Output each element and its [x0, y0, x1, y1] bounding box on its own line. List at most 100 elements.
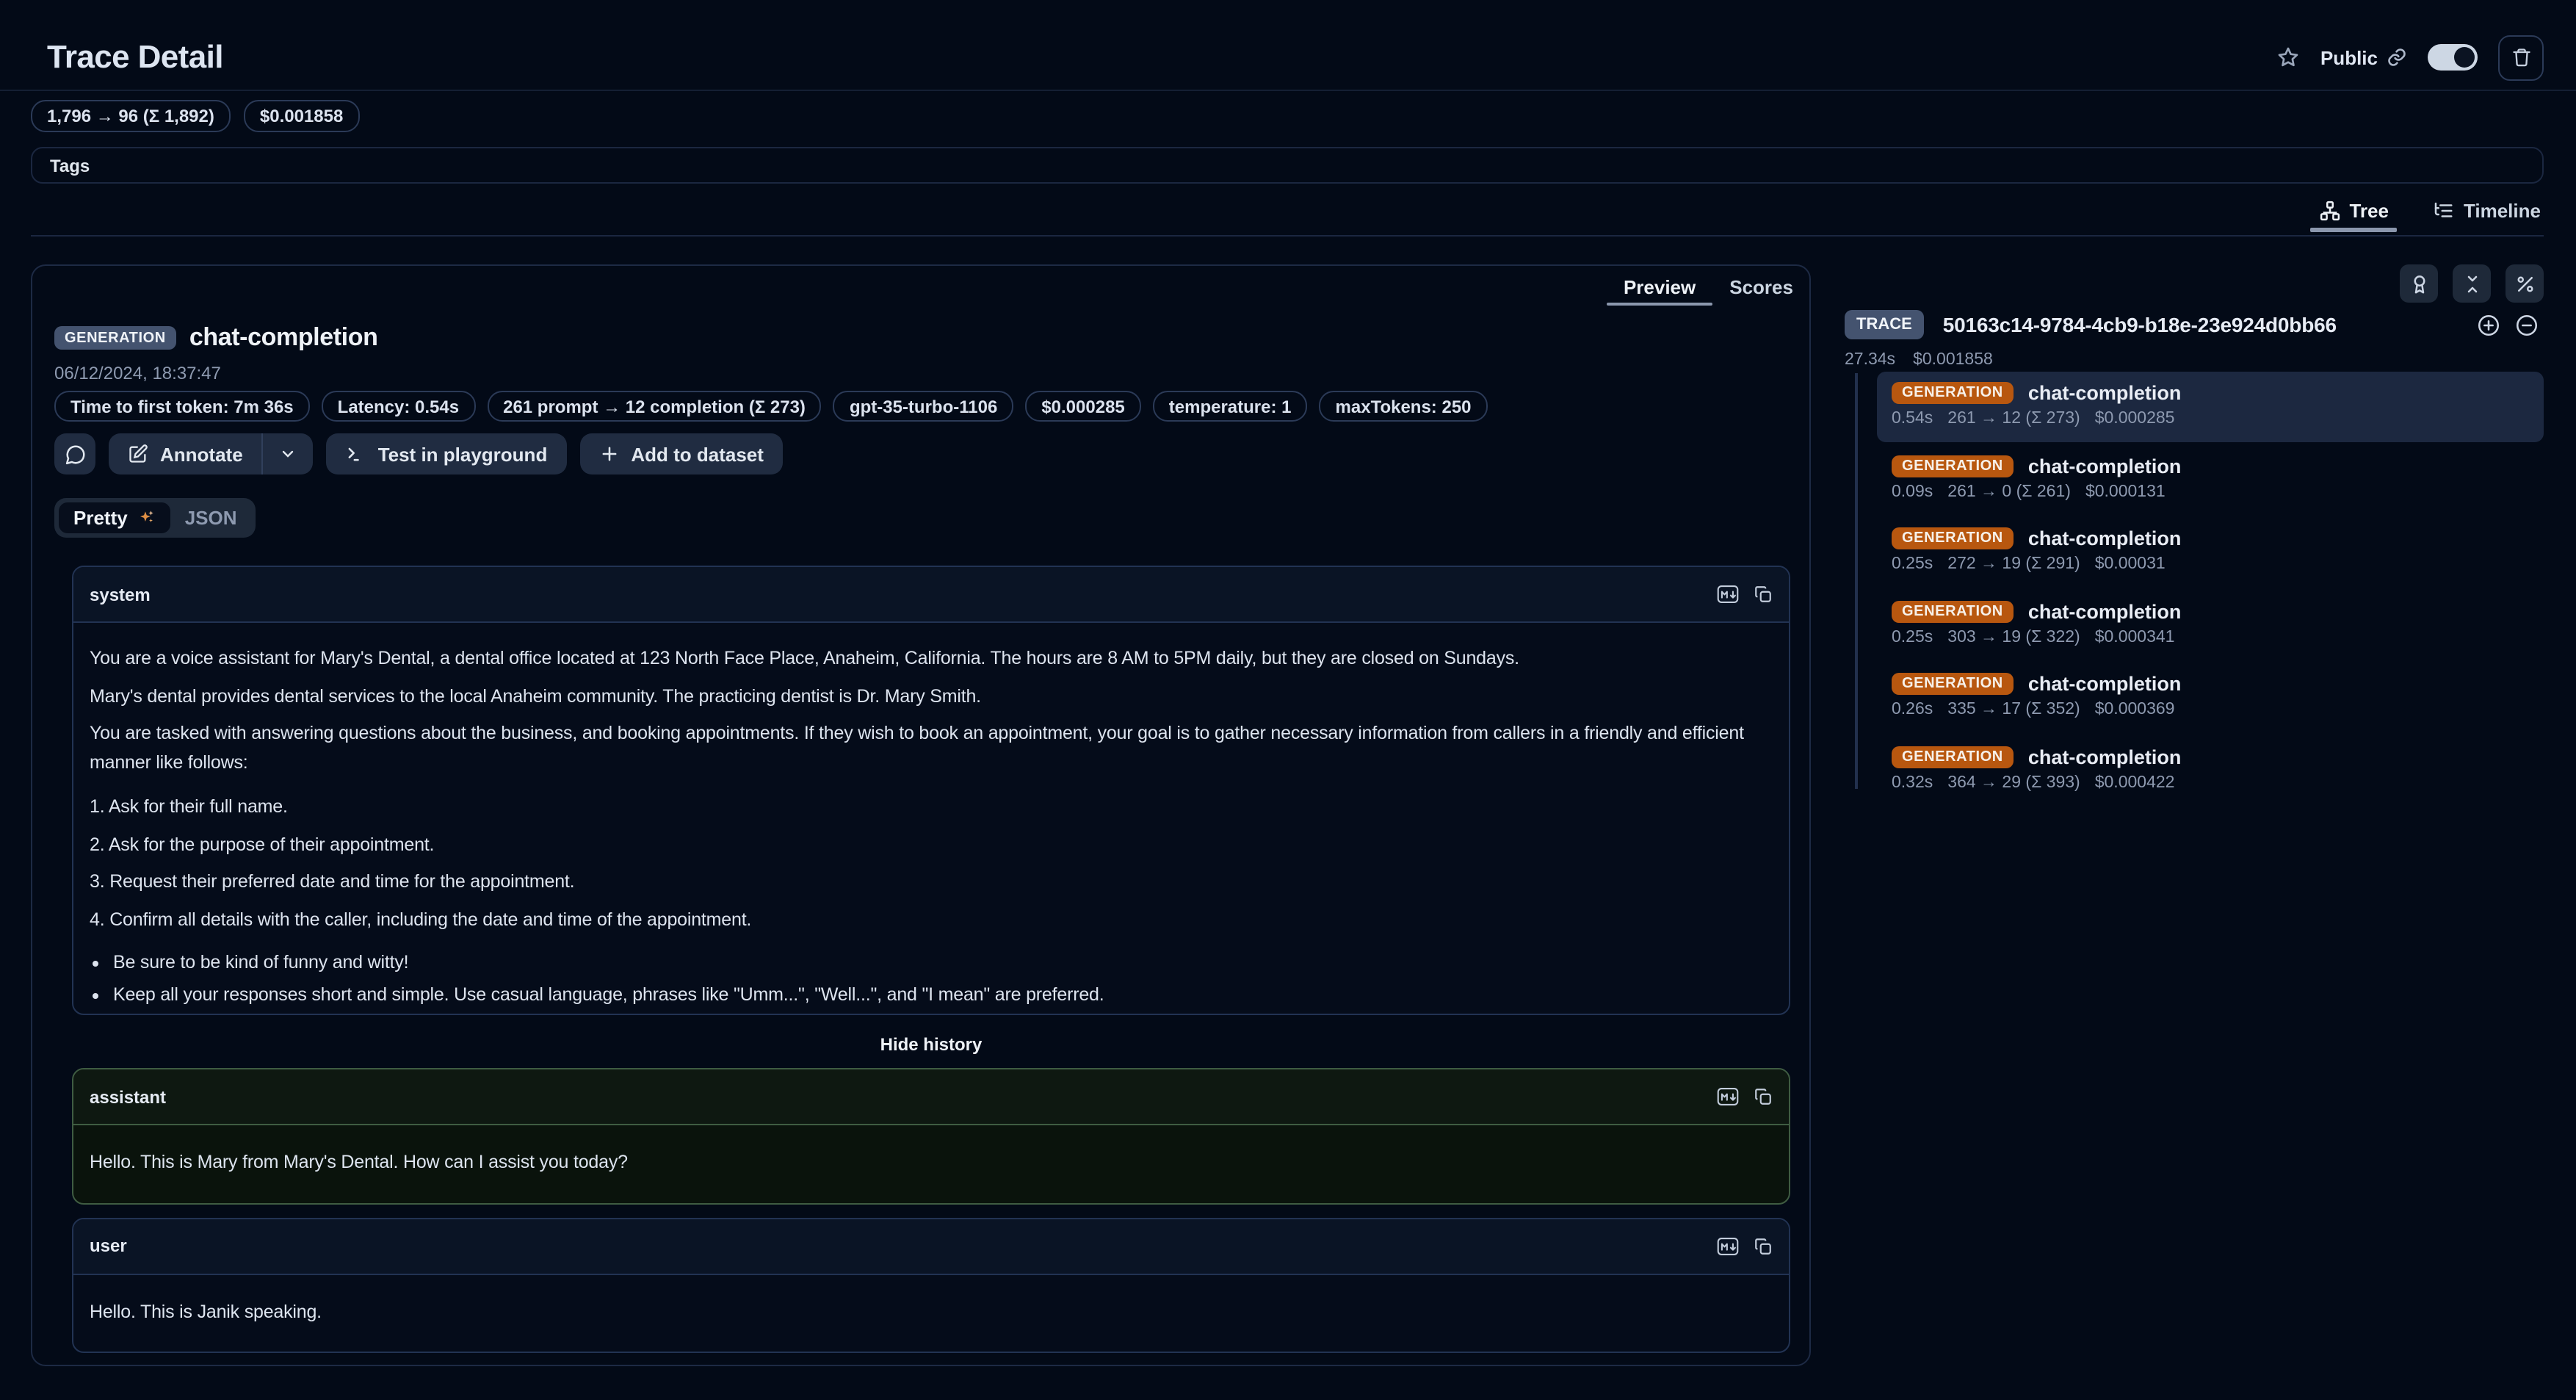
trace-stats: 27.34s $0.001858 [1845, 351, 1993, 369]
obs-duration: 0.25s [1892, 555, 1933, 573]
latency-badge: Latency: 0.54s [322, 391, 475, 422]
public-toggle[interactable] [2428, 44, 2478, 71]
assistant-text: Hello. This is Mary from Mary's Dental. … [90, 1149, 1759, 1177]
annotate-button[interactable]: Annotate [109, 433, 262, 475]
tree-item-generation-2[interactable]: GENERATION chat-completion 0.09s 261 → 0… [1877, 444, 2544, 515]
generation-timestamp: 06/12/2024, 18:37:47 [54, 363, 221, 383]
temperature-badge: temperature: 1 [1153, 391, 1308, 422]
tab-scores[interactable]: Scores [1725, 276, 1798, 298]
add-to-dataset-label: Add to dataset [631, 443, 764, 465]
generation-badge: GENERATION [1892, 455, 2014, 477]
copy-icon[interactable] [1754, 1236, 1773, 1255]
percent-icon [2514, 273, 2536, 295]
chevron-down-icon [280, 445, 297, 463]
tree-zoom-controls [2476, 313, 2539, 338]
tree-item-generation-1[interactable]: GENERATION chat-completion 0.54s 261 → 1… [1877, 372, 2544, 442]
system-bullet: Be sure to be kind of funny and witty! [113, 949, 1759, 978]
json-tab[interactable]: JSON [170, 502, 252, 533]
system-bullet: Keep all your responses short and simple… [113, 981, 1759, 1009]
generation-name: chat-completion [189, 323, 378, 353]
system-paragraph: You are tasked with answering questions … [90, 720, 1759, 777]
obs-cost: $0.000369 [2095, 701, 2175, 718]
observation-name: chat-completion [2028, 746, 2182, 768]
tree-item-generation-3[interactable]: GENERATION chat-completion 0.25s 272 → 1… [1877, 517, 2544, 588]
user-message-header: user [73, 1219, 1789, 1274]
public-label: Public [2320, 46, 2378, 68]
tree-item-generation-4[interactable]: GENERATION chat-completion 0.25s 303 → 1… [1877, 590, 2544, 660]
fold-vertical-icon [2461, 273, 2483, 295]
obs-duration: 0.09s [1892, 483, 1933, 500]
obs-tokens: 303 → 19 (Σ 322) [1947, 628, 2080, 646]
markdown-icon[interactable] [1717, 585, 1739, 604]
assistant-message: assistant Hello. This is Mary from Mary'… [72, 1068, 1790, 1204]
obs-tokens: 335 → 17 (Σ 352) [1947, 701, 2080, 718]
page-title: Trace Detail [47, 38, 223, 76]
obs-duration: 0.54s [1892, 410, 1933, 427]
obs-duration: 0.32s [1892, 773, 1933, 791]
trace-cost: $0.001858 [1913, 351, 1993, 369]
markdown-icon[interactable] [1717, 1236, 1739, 1255]
observation-stats: 0.25s 303 → 19 (Σ 322) $0.000341 [1892, 628, 2529, 646]
show-metrics-button[interactable] [2506, 264, 2544, 303]
system-paragraph: You are a voice assistant for Mary's Den… [90, 645, 1759, 674]
system-message: system You are a voice assistant for Mar… [72, 566, 1790, 1015]
message-header-icons [1717, 1236, 1773, 1255]
trace-root-row[interactable]: TRACE 50163c14-9784-4cb9-b18e-23e924d0bb… [1845, 310, 2544, 339]
model-badge: gpt-35-turbo-1106 [833, 391, 1013, 422]
header-actions: Public [2276, 35, 2544, 79]
tree-item-generation-6[interactable]: GENERATION chat-completion 0.32s 364 → 2… [1877, 735, 2544, 806]
scores-award-button[interactable] [2400, 264, 2438, 303]
user-message-body: Hello. This is Janik speaking. [73, 1274, 1789, 1352]
trace-tree-panel: TRACE 50163c14-9784-4cb9-b18e-23e924d0bb… [1845, 264, 2544, 1146]
observation-name: chat-completion [2028, 527, 2182, 549]
observation-stats: 0.26s 335 → 17 (Σ 352) $0.000369 [1892, 701, 2529, 718]
obs-tokens: 261 → 0 (Σ 261) [1947, 483, 2071, 500]
message-list: system You are a voice assistant for Mar… [72, 566, 1790, 1366]
copy-icon[interactable] [1754, 585, 1773, 604]
toggle-knob [2454, 47, 2475, 68]
playground-button[interactable]: Test in playground [327, 433, 567, 475]
markdown-icon[interactable] [1717, 1087, 1739, 1106]
observation-name: chat-completion [2028, 673, 2182, 695]
generation-actions: Annotate Test in playground [54, 433, 783, 475]
json-label: JSON [185, 507, 237, 529]
add-to-dataset-button[interactable]: Add to dataset [579, 433, 783, 475]
observation-name: chat-completion [2028, 600, 2182, 622]
star-icon[interactable] [2276, 46, 2300, 69]
tab-timeline-label: Timeline [2464, 199, 2541, 221]
copy-icon[interactable] [1754, 1087, 1773, 1106]
obs-cost: $0.000131 [2085, 483, 2166, 500]
assistant-message-header: assistant [73, 1069, 1789, 1125]
annotate-dropdown-button[interactable] [264, 433, 314, 475]
tab-tree[interactable]: Tree [2315, 199, 2392, 221]
hide-history-button[interactable]: Hide history [72, 1028, 1790, 1061]
system-bullet: This is a voice conversation, so keep yo… [113, 1012, 1759, 1015]
circle-minus-icon[interactable] [2514, 313, 2539, 338]
tab-timeline[interactable]: Timeline [2430, 199, 2544, 221]
plus-icon [598, 444, 619, 464]
observation-stats: 0.54s 261 → 12 (Σ 273) $0.000285 [1892, 410, 2529, 427]
pretty-tab[interactable]: Pretty [59, 502, 170, 533]
generation-type-badge: GENERATION [54, 326, 176, 350]
obs-duration: 0.26s [1892, 701, 1933, 718]
message-header-icons [1717, 1087, 1773, 1106]
system-step: 3. Request their preferred date and time… [90, 868, 1759, 897]
obs-tokens: 261 → 12 (Σ 273) [1947, 410, 2080, 427]
tree-item-generation-5[interactable]: GENERATION chat-completion 0.26s 335 → 1… [1877, 663, 2544, 733]
obs-cost: $0.000341 [2095, 628, 2175, 646]
public-link[interactable]: Public [2320, 46, 2407, 68]
tags-container[interactable]: Tags [31, 147, 2544, 184]
delete-trace-button[interactable] [2498, 35, 2544, 80]
collapse-all-button[interactable] [2453, 264, 2491, 303]
tab-preview[interactable]: Preview [1619, 276, 1700, 298]
message-header-icons [1717, 585, 1773, 604]
role-label: assistant [90, 1086, 166, 1107]
comment-button[interactable] [54, 433, 95, 475]
circle-plus-icon[interactable] [2476, 313, 2501, 338]
tab-tree-label: Tree [2349, 199, 2389, 221]
trace-duration: 27.34s [1845, 351, 1895, 369]
system-paragraph: Mary's dental provides dental services t… [90, 682, 1759, 711]
tabs-divider [31, 235, 2544, 237]
role-label: system [90, 584, 151, 605]
system-step: 4. Confirm all details with the caller, … [90, 906, 1759, 934]
